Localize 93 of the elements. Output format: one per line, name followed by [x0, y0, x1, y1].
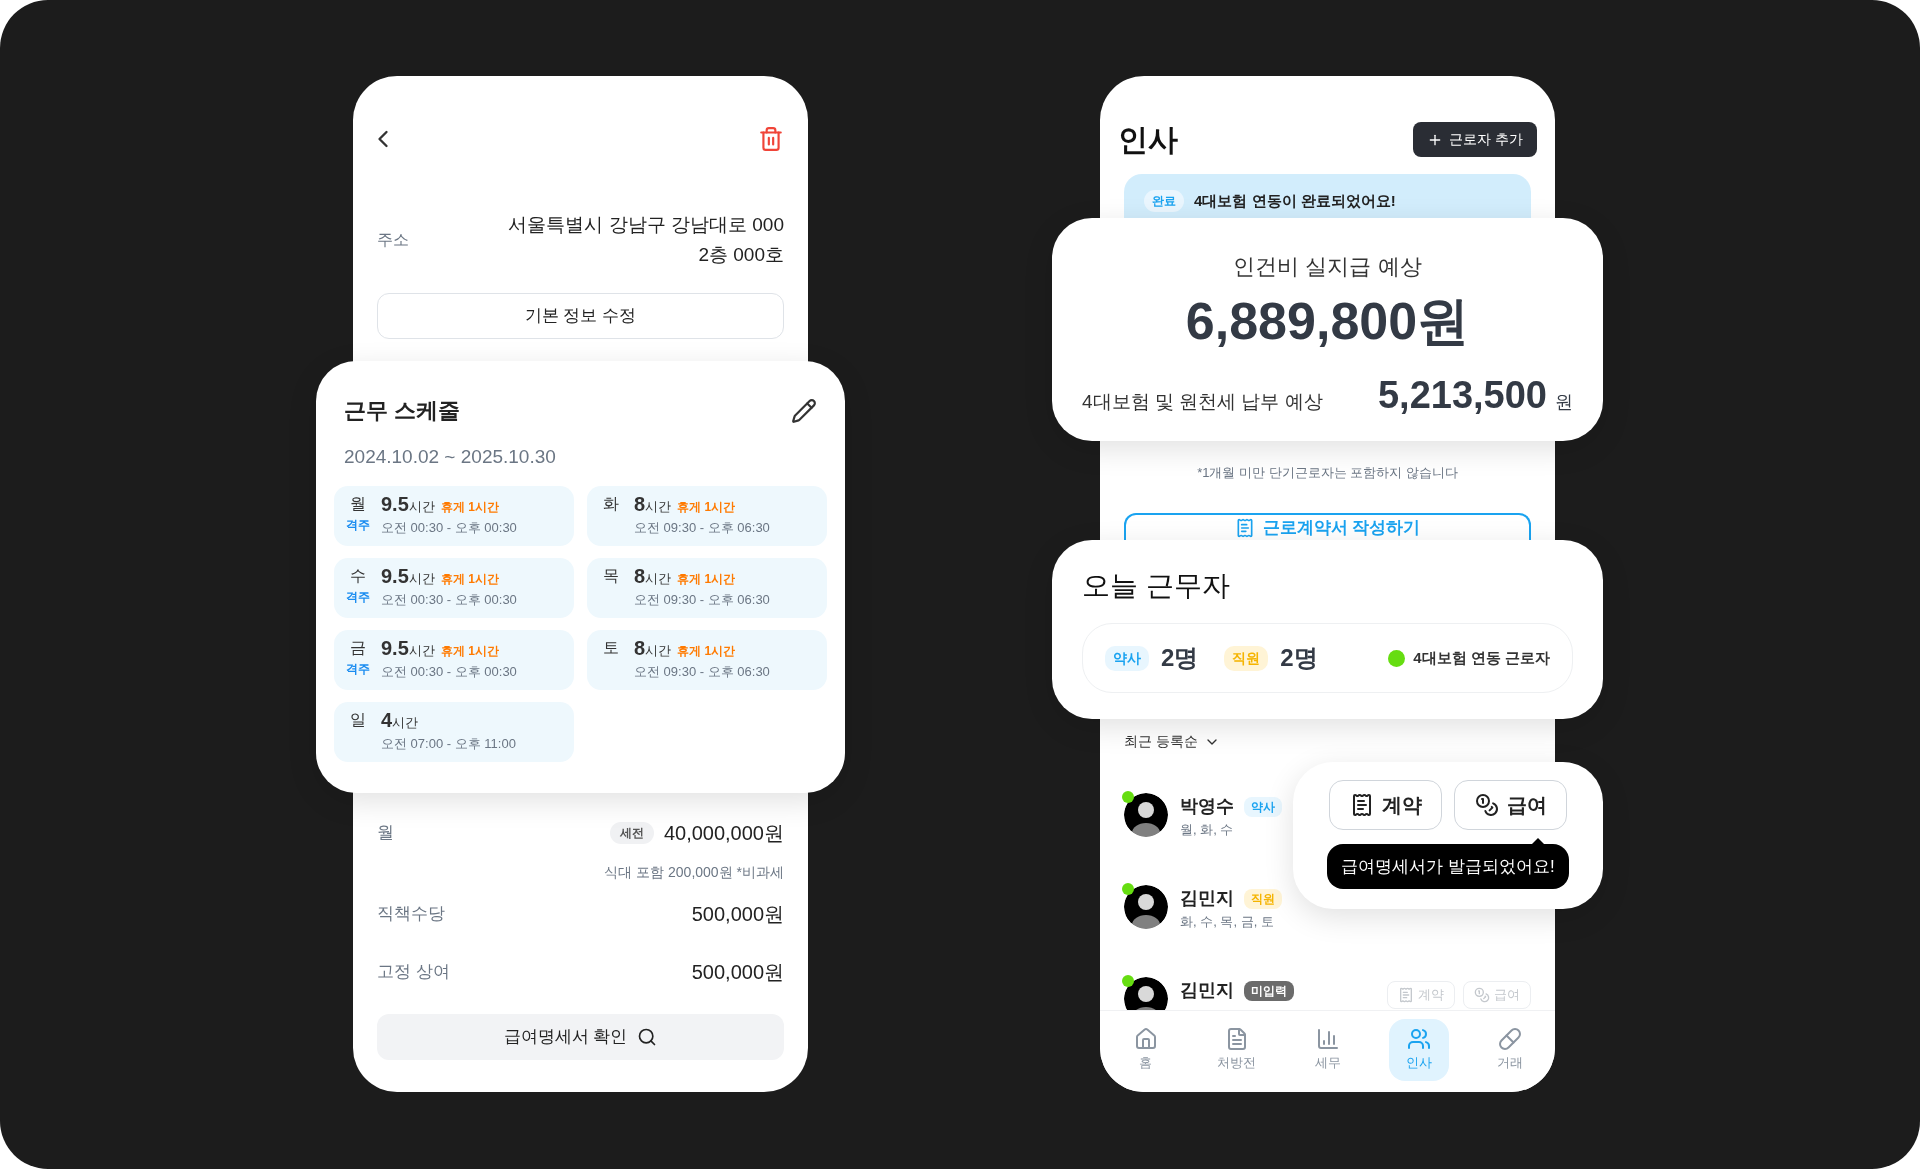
banner-text: 4대보험 연동이 완료되었어요!	[1194, 191, 1396, 211]
page-title: 인사	[1118, 122, 1178, 158]
bar-chart-icon	[1315, 1027, 1340, 1052]
document-icon	[1234, 518, 1255, 538]
date-range: 2024.10.02 ~ 2025.10.30	[343, 445, 557, 469]
role-tag: 직원	[1224, 645, 1269, 671]
pencil-icon[interactable]	[791, 397, 817, 424]
home-icon	[1133, 1027, 1158, 1052]
hours-text: 4시간	[381, 707, 419, 733]
time-range: 오전 07:00 - 오후 11:00	[381, 734, 516, 753]
card-title: 근무 스케줄	[344, 397, 461, 425]
hours-text: 8시간	[634, 635, 672, 661]
time-range: 오전 09:30 - 오후 06:30	[634, 662, 770, 681]
address-text: 서울특별시 강남구 강남대로 000	[508, 213, 784, 237]
day-label: 금	[350, 637, 367, 658]
schedule-tile[interactable]: 화 8시간 휴게 1시간 오전 09:30 - 오후 06:30	[587, 485, 827, 546]
time-range: 오전 09:30 - 오후 06:30	[634, 518, 770, 537]
role-tag: 직원	[1244, 888, 1282, 909]
worker-count: 2명	[1280, 643, 1318, 673]
hours-text: 9.5시간	[381, 491, 435, 517]
hours-text: 9.5시간	[381, 563, 435, 589]
action-button[interactable]: 급여	[1454, 780, 1567, 830]
hours-text: 8시간	[634, 563, 672, 589]
tax-label: 4대보험 및 원천세 납부 예상	[1082, 390, 1323, 414]
hours-text: 8시간	[634, 491, 672, 517]
payslip-button[interactable]: 급여명세서 확인	[377, 1014, 784, 1060]
break-text: 휴게 1시간	[440, 642, 499, 660]
card-title: 인건비 실지급 예상	[1233, 253, 1422, 281]
day-label: 월	[350, 493, 367, 514]
meal-note: 식대 포함 200,000원 *비과세	[604, 863, 784, 882]
day-label: 수	[350, 565, 367, 586]
add-worker-button[interactable]: 근로자 추가	[1413, 122, 1537, 157]
edit-info-button[interactable]: 기본 정보 수정	[377, 293, 784, 339]
biweekly-tag: 격주	[346, 659, 381, 678]
worker-count: 2명	[1161, 643, 1199, 673]
search-icon	[637, 1027, 658, 1047]
role-tag: 약사	[1244, 796, 1282, 817]
sort-dropdown[interactable]: 최근 등록순	[1124, 731, 1220, 752]
card-title: 오늘 근무자	[1082, 569, 1231, 603]
salary-label: 월	[377, 822, 394, 845]
pill-icon	[1497, 1027, 1522, 1052]
break-text: 휴게 1시간	[677, 498, 736, 516]
worker-name: 김민지	[1180, 979, 1234, 1002]
tooltip: 급여명세서가 발급되었어요!	[1327, 844, 1569, 889]
avatar-icon	[1124, 885, 1168, 929]
break-text: 휴게 1시간	[440, 498, 499, 516]
note-text: *1개월 미만 단기근로자는 포함하지 않습니다	[1197, 465, 1458, 481]
break-text: 휴게 1시간	[677, 570, 736, 588]
salary-label: 직책수당	[377, 903, 445, 926]
schedule-tile[interactable]: 수 격주 9.5시간 휴게 1시간 오전 00:30 - 오후 00:30	[334, 557, 574, 618]
biweekly-tag: 격주	[346, 587, 381, 606]
salary-amount: 500,000원	[691, 902, 784, 927]
salary-amount: 500,000원	[691, 960, 784, 985]
schedule-tile[interactable]: 목 8시간 휴게 1시간 오전 09:30 - 오후 06:30	[587, 557, 827, 618]
done-badge: 완료	[1144, 190, 1184, 212]
avatar-icon	[1124, 793, 1168, 837]
notice-banner[interactable]: 완료 4대보험 연동이 완료되었어요!	[1124, 174, 1531, 218]
schedule-tile[interactable]: 일 4시간 오전 07:00 - 오후 11:00	[334, 701, 574, 762]
time-range: 오전 09:30 - 오후 06:30	[634, 590, 770, 609]
schedule-tile[interactable]: 월 격주 9.5시간 휴게 1시간 오전 00:30 - 오후 00:30	[334, 485, 574, 546]
role-tag: 미입력	[1244, 980, 1294, 1001]
payroll-amount: 6,889,800원	[1185, 291, 1470, 351]
address-text: 2층 000호	[698, 243, 784, 267]
time-range: 오전 00:30 - 오후 00:30	[381, 518, 517, 537]
pretax-badge: 세전	[609, 822, 654, 844]
people-icon	[1406, 1027, 1431, 1052]
legend-text: 4대보험 연동 근로자	[1413, 647, 1550, 668]
worker-name: 박영수	[1180, 795, 1234, 818]
coins-icon	[1474, 987, 1490, 1003]
biweekly-tag: 격주	[346, 515, 381, 534]
schedule-tile[interactable]: 토 8시간 휴게 1시간 오전 09:30 - 오후 06:30	[587, 629, 827, 690]
break-text: 휴게 1시간	[440, 570, 499, 588]
schedule-tile[interactable]: 금 격주 9.5시간 휴게 1시간 오전 00:30 - 오후 00:30	[334, 629, 574, 690]
day-label: 목	[603, 565, 620, 586]
work-days: 화, 수, 목, 금, 토	[1180, 912, 1282, 932]
day-label: 일	[350, 709, 367, 730]
hours-text: 9.5시간	[381, 635, 435, 661]
coins-icon	[1474, 793, 1499, 817]
salary-amount: 40,000,000원	[663, 821, 784, 846]
tax-amount: 5,213,500 원	[1377, 373, 1573, 418]
work-days: 월, 화, 수	[1180, 820, 1282, 840]
trash-icon[interactable]	[758, 126, 784, 152]
action-button[interactable]: 계약	[1329, 780, 1442, 830]
time-range: 오전 00:30 - 오후 00:30	[381, 662, 517, 681]
day-label: 토	[603, 637, 620, 658]
break-text: 휴게 1시간	[677, 642, 736, 660]
time-range: 오전 00:30 - 오후 00:30	[381, 590, 517, 609]
day-label: 화	[603, 493, 620, 514]
salary-label: 고정 상여	[377, 961, 450, 984]
worker-name: 김민지	[1180, 887, 1234, 910]
field-label: 주소	[377, 230, 409, 250]
document-icon	[1398, 987, 1414, 1003]
role-tag: 약사	[1105, 645, 1149, 671]
